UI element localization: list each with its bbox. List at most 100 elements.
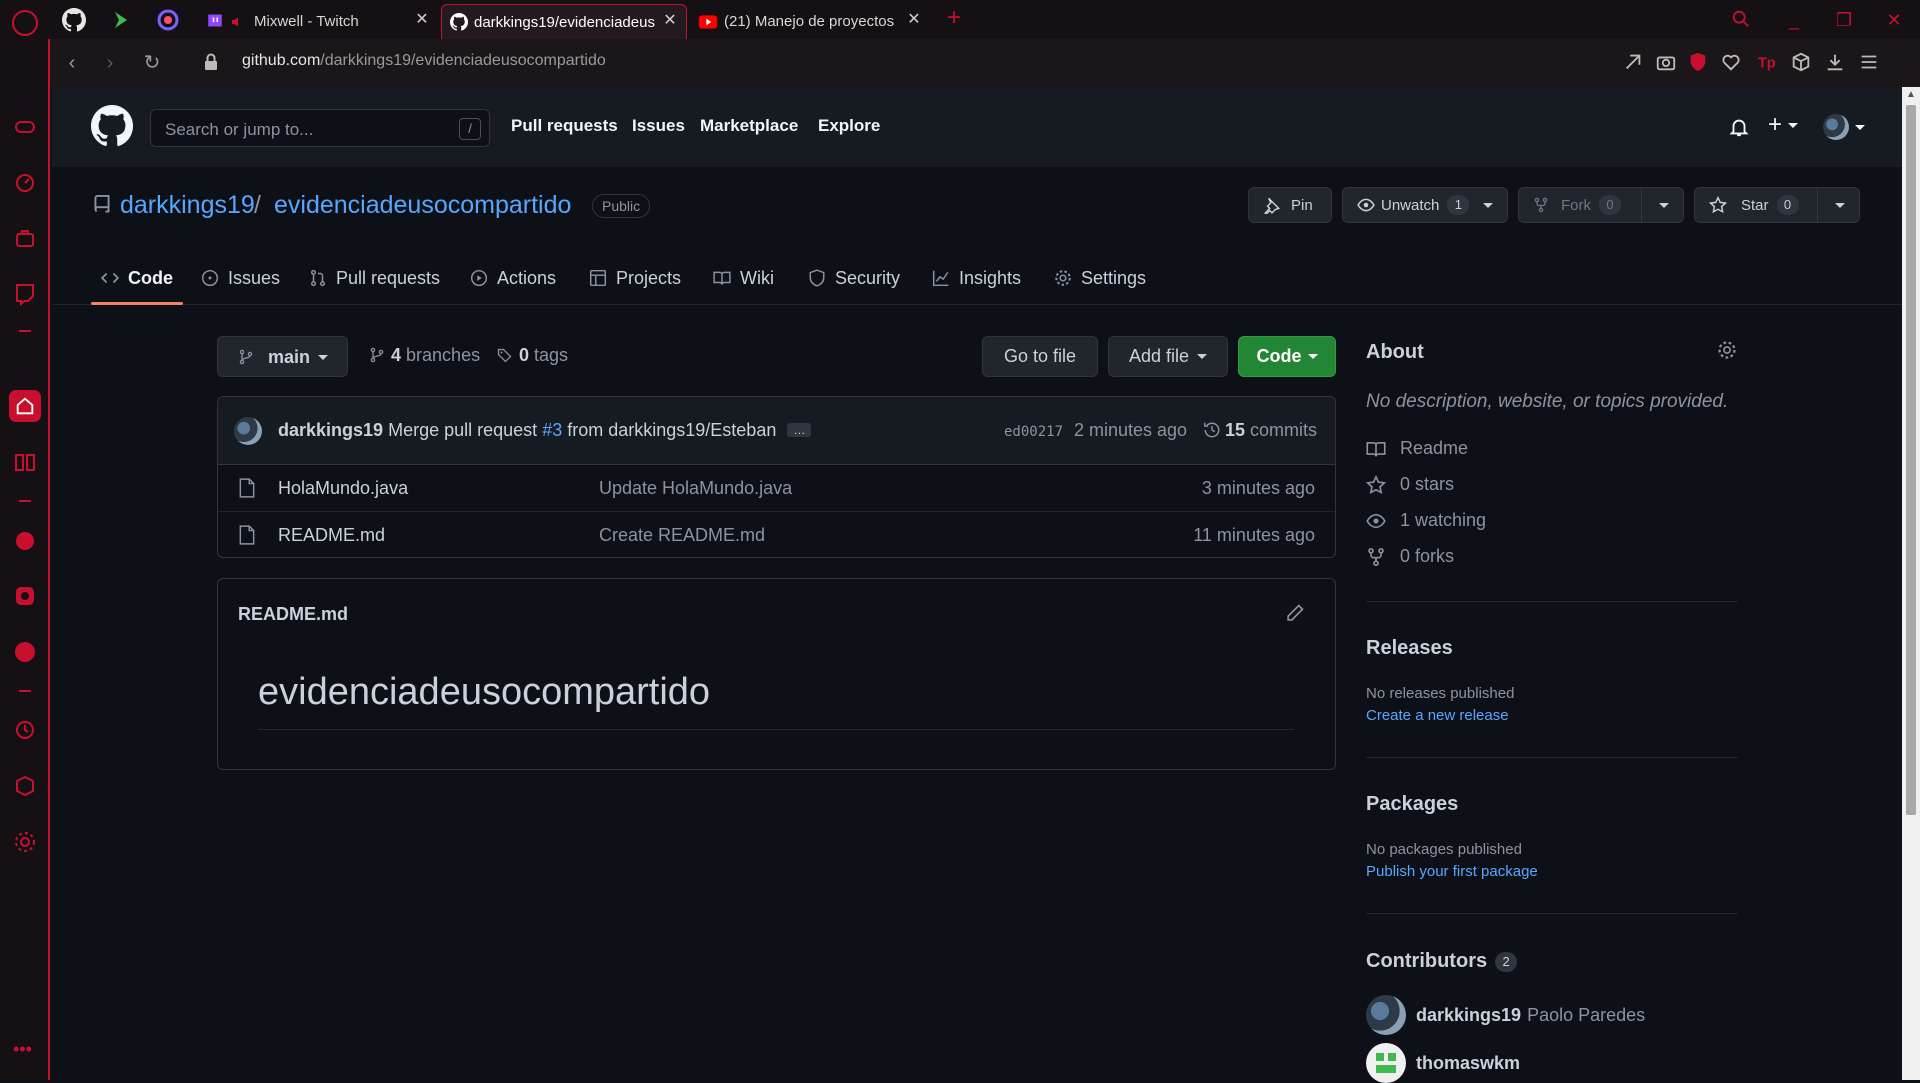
releases-heading[interactable]: Releases	[1366, 637, 1453, 660]
pull-request-link[interactable]: #3	[542, 420, 562, 440]
pin-button[interactable]: Pin	[1248, 187, 1332, 223]
tab-pull-requests[interactable]: Pull requests	[309, 251, 440, 305]
readme-link[interactable]: Readme	[1366, 438, 1468, 459]
file-name-link[interactable]: README.md	[278, 525, 385, 546]
add-file-button[interactable]: Add file	[1108, 336, 1228, 377]
twitch-sidebar-icon[interactable]	[13, 282, 37, 306]
heart-icon[interactable]	[1720, 51, 1742, 73]
nav-explore[interactable]: Explore	[818, 116, 880, 136]
download-icon[interactable]	[1824, 51, 1846, 73]
fork-button[interactable]: Fork 0	[1518, 187, 1684, 223]
github-logo-icon[interactable]	[91, 105, 133, 147]
tab-code[interactable]: Code	[101, 251, 173, 305]
repo-name-link[interactable]: evidenciadeusocompartido	[274, 191, 571, 220]
scroll-up-icon[interactable]: ▲	[1906, 89, 1916, 100]
search-tabs-icon[interactable]	[1730, 8, 1752, 30]
contributor-item[interactable]: darkkings19 Paolo Paredes	[1366, 995, 1645, 1035]
tab-issues[interactable]: Issues	[201, 251, 280, 305]
easy-setup-icon[interactable]	[1858, 51, 1880, 73]
minimize-button[interactable]: _	[1780, 6, 1808, 34]
scrollbar-thumb[interactable]	[1906, 105, 1916, 815]
contributor-item[interactable]: thomaswkm	[1366, 1043, 1520, 1083]
lock-icon[interactable]	[204, 53, 218, 71]
opera-logo-icon[interactable]	[12, 10, 38, 36]
twitter-icon[interactable]	[13, 640, 37, 664]
tab-settings[interactable]: Settings	[1054, 251, 1146, 305]
history-icon[interactable]	[13, 718, 37, 742]
bag-icon[interactable]	[13, 226, 37, 250]
home-button[interactable]	[9, 390, 41, 422]
tp-extension-icon[interactable]: Tp	[1756, 51, 1778, 73]
commit-time: 2 minutes ago	[1074, 420, 1188, 440]
url-field[interactable]: github.com/darkkings19/evidenciadeusocom…	[242, 52, 606, 70]
nav-pull-requests[interactable]: Pull requests	[511, 116, 618, 136]
avatar[interactable]	[234, 417, 262, 445]
more-options-icon[interactable]: •••	[13, 1039, 32, 1060]
tab-insights[interactable]: Insights	[932, 251, 1021, 305]
tab-security[interactable]: Security	[808, 251, 900, 305]
camera-icon[interactable]	[1655, 51, 1677, 73]
contributors-heading[interactable]: Contributors 2	[1366, 950, 1518, 973]
search-input[interactable]: Search or jump to... /	[150, 109, 490, 147]
close-window-button[interactable]: ✕	[1880, 6, 1908, 34]
user-menu[interactable]	[1823, 114, 1865, 140]
tab-github[interactable]: darkkings19/evidenciadeus ✕	[441, 4, 687, 39]
repo-owner-link[interactable]: darkkings19	[120, 191, 255, 220]
back-button[interactable]: ‹	[60, 51, 84, 75]
notifications-bell-icon[interactable]	[1728, 116, 1750, 138]
book-icon[interactable]	[13, 450, 37, 474]
share-icon[interactable]	[1622, 51, 1644, 73]
pencil-icon[interactable]	[1285, 603, 1305, 623]
forks-link[interactable]: 0 forks	[1366, 546, 1454, 567]
tab-actions[interactable]: Actions	[470, 251, 556, 305]
new-tab-button[interactable]: +	[942, 6, 966, 30]
unwatch-button[interactable]: Unwatch 1	[1342, 187, 1508, 223]
forward-button[interactable]: ›	[98, 51, 122, 75]
commits-history-link[interactable]: 15 commits	[1203, 420, 1317, 441]
swirl-app-icon[interactable]	[156, 8, 180, 32]
expand-commit-button[interactable]: …	[787, 423, 812, 437]
branch-icon	[370, 347, 384, 363]
instagram-icon[interactable]	[13, 584, 37, 608]
file-commit-message[interactable]: Update HolaMundo.java	[599, 478, 792, 499]
packages-heading[interactable]: Packages	[1366, 793, 1458, 816]
tags-link[interactable]: 0 tags	[497, 345, 568, 366]
commit-sha-link[interactable]: ed00217	[1004, 424, 1063, 440]
nav-marketplace[interactable]: Marketplace	[700, 116, 798, 136]
tab-projects[interactable]: Projects	[589, 251, 681, 305]
restore-button[interactable]: ❐	[1830, 6, 1858, 34]
tab-twitch[interactable]: Mixwell - Twitch ✕	[198, 4, 438, 39]
star-button[interactable]: Star 0	[1694, 187, 1860, 223]
close-tab-icon[interactable]: ✕	[412, 10, 432, 30]
branches-link[interactable]: 4 branches	[369, 345, 480, 366]
youtube-icon	[698, 14, 718, 29]
watching-link[interactable]: 1 watching	[1366, 510, 1486, 531]
nav-issues[interactable]: Issues	[632, 116, 685, 136]
whatsapp-icon[interactable]	[13, 529, 37, 553]
create-new-menu[interactable]: +	[1768, 111, 1799, 139]
github-pinned-tab-icon[interactable]	[62, 8, 86, 32]
close-tab-icon[interactable]: ✕	[904, 10, 924, 30]
gaming-icon[interactable]	[13, 114, 37, 138]
code-button[interactable]: Code	[1238, 336, 1336, 377]
shield-icon[interactable]	[1687, 51, 1709, 73]
file-commit-message[interactable]: Create README.md	[599, 525, 765, 546]
commit-author-link[interactable]: darkkings19	[278, 420, 383, 440]
reload-button[interactable]: ↻	[140, 51, 164, 75]
stars-link[interactable]: 0 stars	[1366, 474, 1454, 495]
settings-gear-icon[interactable]	[13, 830, 37, 854]
close-tab-icon[interactable]: ✕	[660, 11, 680, 31]
publish-package-link[interactable]: Publish your first package	[1366, 863, 1538, 880]
page-scrollbar[interactable]: ▲	[1902, 87, 1920, 1080]
extensions-cube-icon[interactable]	[13, 774, 37, 798]
go-to-file-button[interactable]: Go to file	[982, 336, 1098, 377]
gear-icon[interactable]	[1717, 340, 1737, 360]
speedometer-icon[interactable]	[13, 170, 37, 194]
branch-select-button[interactable]: main	[217, 336, 348, 377]
tab-youtube[interactable]: (21) Manejo de proyectos c ✕	[690, 4, 930, 39]
speeddial-arrow-icon[interactable]	[109, 8, 133, 32]
create-release-link[interactable]: Create a new release	[1366, 707, 1509, 724]
tab-wiki[interactable]: Wiki	[713, 251, 774, 305]
file-name-link[interactable]: HolaMundo.java	[278, 478, 408, 499]
cube-icon[interactable]	[1790, 51, 1812, 73]
